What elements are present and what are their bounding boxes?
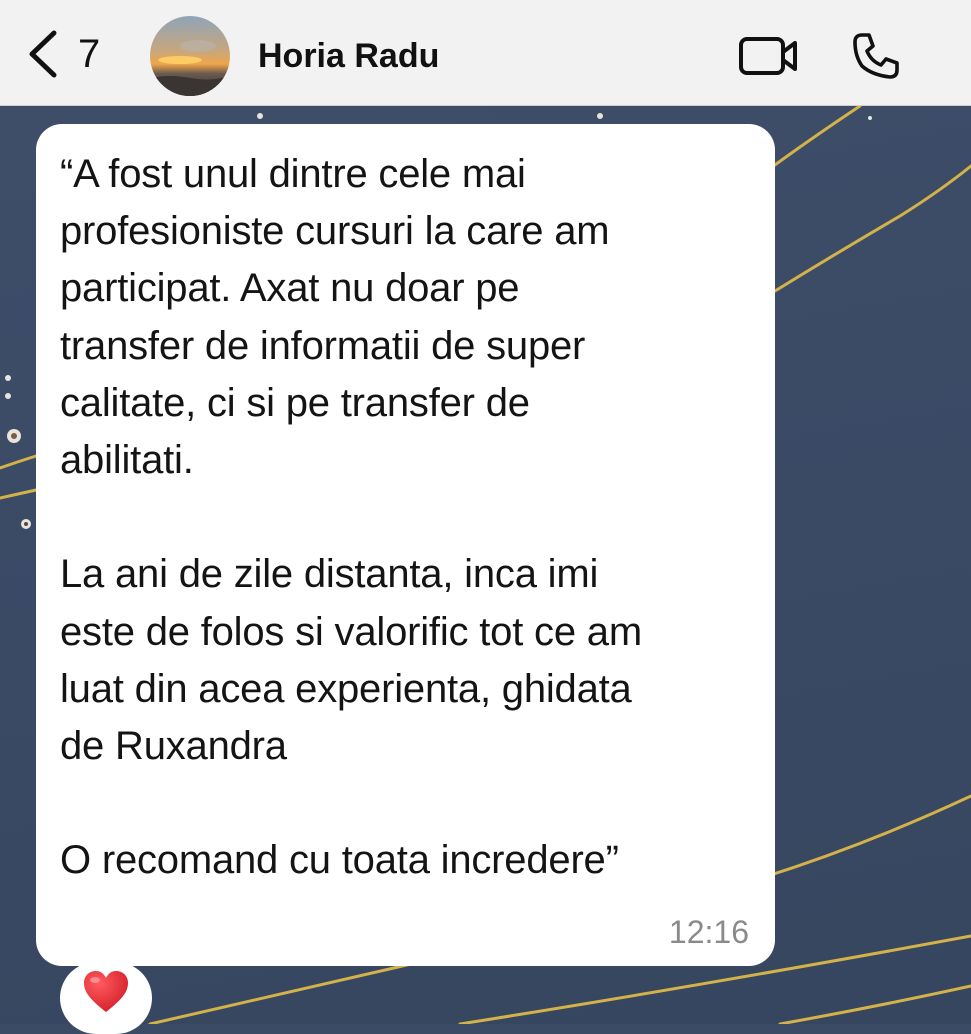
video-call-icon [739, 37, 797, 75]
message-text: “A fost unul dintre cele mai profesionis… [60, 152, 642, 883]
avatar[interactable] [150, 16, 230, 96]
back-button[interactable]: 7 [26, 28, 100, 80]
chat-header: 7 Horia Radu [0, 0, 971, 106]
message-timestamp: 12:16 [668, 914, 749, 950]
chevron-left-icon [29, 30, 57, 78]
reaction-badge[interactable] [60, 962, 152, 1034]
phone-icon [853, 33, 899, 79]
video-call-button[interactable] [738, 32, 800, 80]
voice-call-button[interactable] [850, 30, 902, 82]
heart-icon [84, 971, 128, 1012]
unread-count: 7 [78, 32, 101, 76]
message-bubble[interactable]: “A fost unul dintre cele mai profesionis… [36, 124, 775, 966]
contact-name[interactable]: Horia Radu [258, 36, 439, 76]
